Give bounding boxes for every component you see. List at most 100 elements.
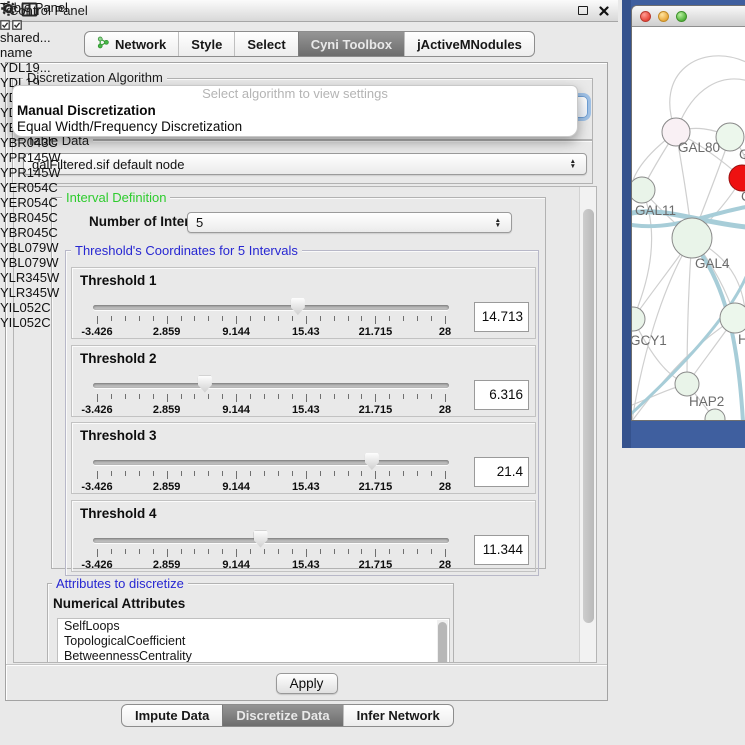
slider-tick xyxy=(139,316,140,321)
float-window-icon[interactable] xyxy=(578,6,588,15)
settings-viewport: Interval Definition Number of Intervals … xyxy=(14,187,579,662)
node-label: HAP2 xyxy=(689,394,724,409)
table-data-combobox[interactable]: galFiltered.sif default node ▲▼ xyxy=(23,153,587,175)
tab-style[interactable]: Style xyxy=(178,32,234,56)
algorithm-option-equal-width[interactable]: Equal Width/Frequency Discretization xyxy=(13,119,577,135)
threshold-slider[interactable]: -3.4262.8599.14415.4321.71528 xyxy=(93,346,449,418)
apply-separator xyxy=(6,664,607,666)
network-canvas[interactable]: GAL80G.CGAL11GAL4GCY1HHAP2 xyxy=(632,27,745,421)
slider-tick xyxy=(236,549,237,557)
node-table: shared... name YDL19...YDL19YDR27...YDR2… xyxy=(0,30,61,330)
algorithm-dropdown-popup: Select algorithm to view settings Manual… xyxy=(12,85,578,137)
slider-tick xyxy=(389,394,390,399)
apply-button[interactable]: Apply xyxy=(276,673,338,694)
network-node[interactable] xyxy=(672,218,712,258)
tab-impute-data[interactable]: Impute Data xyxy=(122,705,222,726)
settings-scrollbar-thumb[interactable] xyxy=(583,209,594,623)
interval-definition-label: Interval Definition xyxy=(62,190,170,205)
column-header-name[interactable]: name xyxy=(0,45,61,60)
slider-tick-label: 28 xyxy=(439,404,451,416)
slider-tick xyxy=(292,471,293,476)
cell-name[interactable]: YER054C xyxy=(0,195,61,210)
tab-cyni-toolbox[interactable]: Cyni Toolbox xyxy=(298,32,404,56)
network-node[interactable] xyxy=(632,177,655,203)
table-row[interactable]: YPR145WYPR145W xyxy=(0,150,61,180)
slider-tick xyxy=(292,394,293,399)
network-icon xyxy=(97,36,110,52)
slider-tick-label: 9.144 xyxy=(222,404,250,416)
cell-shared-name[interactable]: YER054C xyxy=(0,180,61,195)
table-row[interactable]: YER054CYER054C xyxy=(0,180,61,210)
table-row[interactable]: YLR345WYLR345W xyxy=(0,270,61,300)
threshold-value-field[interactable]: 11.344 xyxy=(474,535,529,565)
cell-shared-name[interactable]: YLR345W xyxy=(0,270,61,285)
attribute-list-item[interactable]: TopologicalCoefficient xyxy=(58,634,449,649)
cell-shared-name[interactable]: YBL079W xyxy=(0,240,61,255)
close-traffic-light-icon[interactable] xyxy=(640,11,651,22)
slider-thumb[interactable] xyxy=(291,298,305,315)
slider-tick xyxy=(236,394,237,402)
zoom-traffic-light-icon[interactable] xyxy=(676,11,687,22)
cell-name[interactable]: YLR345W xyxy=(0,285,61,300)
slider-tick xyxy=(348,316,349,321)
num-intervals-combobox[interactable]: 5 ▲▼ xyxy=(187,212,512,233)
gear-icon[interactable] xyxy=(0,5,21,20)
network-node[interactable] xyxy=(675,372,699,396)
slider-tick xyxy=(375,471,376,479)
slider-thumb[interactable] xyxy=(198,376,212,393)
slider-tick xyxy=(250,394,251,399)
threshold-slider[interactable]: -3.4262.8599.14415.4321.71528 xyxy=(93,268,449,340)
cell-name[interactable]: YPR145W xyxy=(0,165,61,180)
attributes-scrollbar-thumb[interactable] xyxy=(438,622,447,662)
close-icon[interactable] xyxy=(599,6,609,16)
slider-tick xyxy=(320,316,321,321)
cell-name[interactable]: YBL079W xyxy=(0,255,61,270)
slider-tick xyxy=(334,549,335,554)
threshold-value-field[interactable]: 6.316 xyxy=(474,380,529,410)
slider-thumb[interactable] xyxy=(254,531,268,548)
cell-shared-name[interactable]: YPR145W xyxy=(0,150,61,165)
tab-select[interactable]: Select xyxy=(234,32,297,56)
tab-discretize-data[interactable]: Discretize Data xyxy=(222,705,342,726)
slider-tick-label: 2.859 xyxy=(153,326,181,338)
tab-network[interactable]: Network xyxy=(85,32,178,56)
threshold-slider[interactable]: -3.4262.8599.14415.4321.71528 xyxy=(93,423,449,495)
slider-tick-label: 28 xyxy=(439,481,451,493)
settings-scrollbar[interactable] xyxy=(579,187,596,662)
slider-tick xyxy=(278,471,279,476)
tab-infer-network[interactable]: Infer Network xyxy=(343,705,453,726)
network-node[interactable] xyxy=(632,307,645,331)
table-row[interactable]: YBL079WYBL079W xyxy=(0,240,61,270)
table-row[interactable]: YIL052CYIL052C xyxy=(0,300,61,330)
table-row[interactable]: YBR045CYBR045C xyxy=(0,210,61,240)
cell-shared-name[interactable]: YIL052C xyxy=(0,300,61,315)
column-header-shared-name[interactable]: shared... xyxy=(0,30,61,45)
tab-label: Impute Data xyxy=(135,708,209,723)
cell-shared-name[interactable]: YDL19... xyxy=(0,60,61,75)
cell-name[interactable]: YBR043C xyxy=(0,135,61,150)
threshold-value-field[interactable]: 21.4 xyxy=(474,457,529,487)
cell-name[interactable]: YIL052C xyxy=(0,315,61,330)
cell-name[interactable]: YBR045C xyxy=(0,225,61,240)
numerical-attributes-list[interactable]: SelfLoopsTopologicalCoefficientBetweenne… xyxy=(57,618,450,662)
slider-tick xyxy=(153,316,154,321)
attribute-list-item[interactable]: SelfLoops xyxy=(58,619,449,634)
attribute-list-item[interactable]: BetweennessCentrality xyxy=(58,649,449,662)
column-checkboxes-icon[interactable] xyxy=(0,20,61,30)
tab-jactivemnodules[interactable]: jActiveMNodules xyxy=(404,32,534,56)
slider-track[interactable] xyxy=(93,460,449,465)
columns-icon[interactable] xyxy=(21,5,38,20)
slider-track[interactable] xyxy=(93,538,449,543)
threshold-value-field[interactable]: 14.713 xyxy=(474,302,529,332)
threshold-slider[interactable]: -3.4262.8599.14415.4321.71528 xyxy=(93,501,449,573)
algorithm-option-manual[interactable]: Manual Discretization xyxy=(13,103,577,119)
attributes-scrollbar[interactable] xyxy=(437,620,448,662)
minimize-traffic-light-icon[interactable] xyxy=(658,11,669,22)
slider-tick xyxy=(250,316,251,321)
slider-track[interactable] xyxy=(93,383,449,388)
cell-shared-name[interactable]: YBR045C xyxy=(0,210,61,225)
slider-thumb[interactable] xyxy=(365,453,379,470)
slider-tick xyxy=(153,394,154,399)
network-node[interactable] xyxy=(720,303,745,333)
slider-track[interactable] xyxy=(93,305,449,310)
